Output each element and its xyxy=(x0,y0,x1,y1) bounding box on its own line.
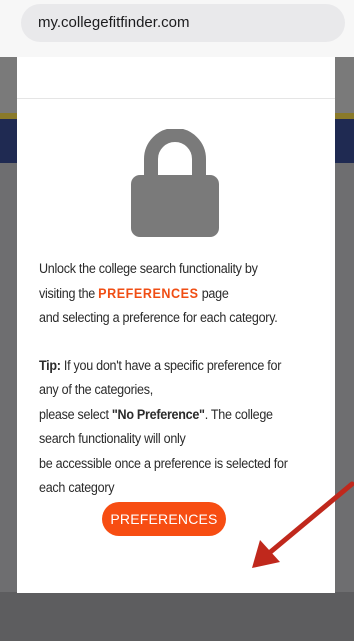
message-text: visiting the xyxy=(39,285,99,301)
message-line: Unlock the college search functionality … xyxy=(39,261,258,276)
no-preference-text: "No Preference" xyxy=(111,406,205,422)
modal-message: Unlock the college search functionality … xyxy=(39,257,329,501)
lock-icon xyxy=(131,129,219,237)
message-line: and selecting a preference for each cate… xyxy=(39,310,278,325)
message-line: visiting the PREFERENCES page xyxy=(39,282,329,307)
preferences-link[interactable]: PREFERENCES xyxy=(98,286,198,301)
message-text: page xyxy=(198,285,229,301)
tip-line: Tip: If you don't have a specific prefer… xyxy=(39,354,329,379)
tip-line: search functionality will only xyxy=(39,431,186,446)
tip-line: any of the categories, xyxy=(39,382,153,397)
browser-address-bar: my.collegefitfinder.com xyxy=(0,0,354,57)
tip-text: If you don't have a specific preference … xyxy=(60,357,282,373)
tip-line: please select "No Preference". The colle… xyxy=(39,403,329,428)
modal-header xyxy=(17,57,335,99)
preferences-button[interactable]: PREFERENCES xyxy=(102,502,226,536)
red-arrow-annotation-icon xyxy=(252,481,354,568)
tip-label: Tip: xyxy=(39,357,61,373)
page-bottom-strip xyxy=(0,592,354,641)
tip-text: please select xyxy=(39,406,112,422)
url-field[interactable]: my.collegefitfinder.com xyxy=(21,4,345,42)
tip-text: . The college xyxy=(204,406,273,422)
tip-line: be accessible once a preference is selec… xyxy=(39,455,288,471)
